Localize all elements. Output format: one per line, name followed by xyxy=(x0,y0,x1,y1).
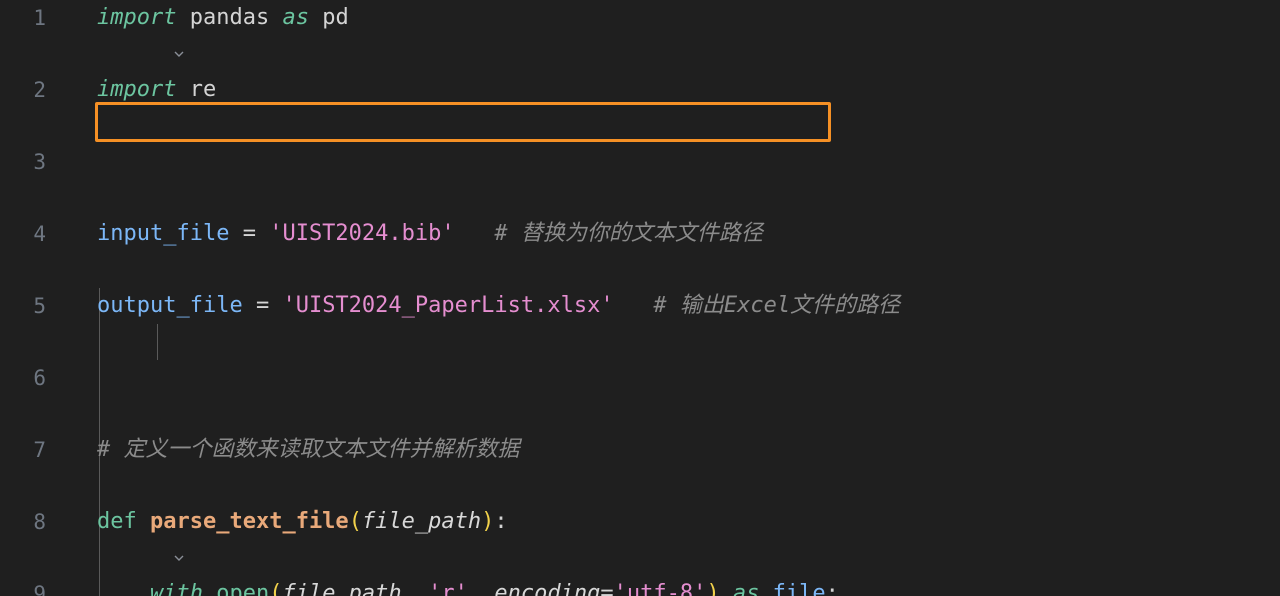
code-line-9[interactable]: 9 with open(file_path, 'r', encoding='ut… xyxy=(0,576,1280,596)
code-text[interactable]: output_file = 'UIST2024_PaperList.xlsx' … xyxy=(97,288,900,324)
token-paren-close: ) xyxy=(481,509,495,534)
token-keyword-def: def xyxy=(97,509,137,534)
code-line-4[interactable]: 4 input_file = 'UIST2024.bib' # 替换为你的文本文… xyxy=(0,216,1280,252)
line-number: 6 xyxy=(33,366,46,390)
code-line-5[interactable]: 5 output_file = 'UIST2024_PaperList.xlsx… xyxy=(0,288,1280,324)
token-keyword-as: as xyxy=(732,581,760,596)
token-builtin-open: open xyxy=(216,581,270,596)
token-keyword-as: as xyxy=(282,5,309,30)
token-argument-file-path: file_path xyxy=(282,581,402,596)
code-line-2[interactable]: 2 import re xyxy=(0,72,1280,108)
token-colon: : xyxy=(494,509,508,534)
line-number: 1 xyxy=(33,6,46,30)
token-string-mode: 'r' xyxy=(428,581,468,596)
chevron-down-icon[interactable] xyxy=(66,576,88,596)
token-paren-close: ) xyxy=(706,581,720,596)
line-number: 2 xyxy=(33,78,46,102)
token-paren-open: ( xyxy=(269,581,283,596)
token-paren-open: ( xyxy=(348,509,362,534)
code-text[interactable]: input_file = 'UIST2024.bib' # 替换为你的文本文件路… xyxy=(97,216,763,252)
token-string-xlsx-path: 'UIST2024_PaperList.xlsx' xyxy=(282,293,614,318)
token-colon: : xyxy=(825,581,839,596)
token-variable-file: file xyxy=(772,581,826,596)
token-comma: , xyxy=(467,581,495,596)
token-comma: , xyxy=(401,581,429,596)
code-lines[interactable]: 1 import pandas as pd 2 import re 3 4 in… xyxy=(0,0,1280,596)
token-parameter: file_path xyxy=(361,509,482,534)
token-string-encoding: 'utf-8' xyxy=(613,581,707,596)
code-line-7[interactable]: 7 # 定义一个函数来读取文本文件并解析数据 xyxy=(0,432,1280,468)
line-number: 3 xyxy=(33,150,46,174)
token-kwarg-encoding: encoding xyxy=(494,581,601,596)
line-number: 5 xyxy=(33,294,46,318)
token-variable-input-file: input_file xyxy=(97,221,230,246)
line-number: 4 xyxy=(33,222,46,246)
code-text[interactable]: with open(file_path, 'r', encoding='utf-… xyxy=(97,576,839,596)
token-function-name: parse_text_file xyxy=(150,509,349,534)
code-line-3[interactable]: 3 xyxy=(0,144,1280,180)
token-operator: = xyxy=(229,221,270,246)
chevron-down-icon[interactable] xyxy=(66,0,184,57)
code-line-8[interactable]: 8 def parse_text_file(file_path): xyxy=(0,504,1280,561)
line-number: 9 xyxy=(33,582,46,596)
token-module-re: re xyxy=(176,77,217,102)
token-module-pandas: pandas xyxy=(176,5,283,30)
code-editor[interactable]: 1 import pandas as pd 2 import re 3 4 in… xyxy=(0,0,1280,596)
code-line-1[interactable]: 1 import pandas as pd xyxy=(0,0,1280,57)
token-comment: # 定义一个函数来读取文本文件并解析数据 xyxy=(97,437,520,462)
code-line-6[interactable]: 6 xyxy=(0,360,1280,396)
token-equals: = xyxy=(600,581,614,596)
code-text[interactable]: import pandas as pd xyxy=(97,0,349,36)
line-number: 8 xyxy=(33,510,46,534)
token-operator: = xyxy=(242,293,283,318)
chevron-down-icon[interactable] xyxy=(66,504,184,561)
token-alias-pd: pd xyxy=(308,5,349,30)
token-keyword-import: import xyxy=(97,5,177,30)
token-variable-output-file: output_file xyxy=(97,293,243,318)
code-text[interactable]: def parse_text_file(file_path): xyxy=(97,504,508,540)
token-comment: # 输出Excel文件的路径 xyxy=(653,293,901,318)
token-string-bib-path: 'UIST2024.bib' xyxy=(269,221,455,246)
line-number: 7 xyxy=(33,438,46,462)
token-keyword-import: import xyxy=(97,77,177,102)
token-comment: # 替换为你的文本文件路径 xyxy=(494,221,763,246)
code-text[interactable]: # 定义一个函数来读取文本文件并解析数据 xyxy=(97,432,520,468)
code-text[interactable]: import re xyxy=(97,72,216,108)
token-keyword-with: with xyxy=(149,581,203,596)
